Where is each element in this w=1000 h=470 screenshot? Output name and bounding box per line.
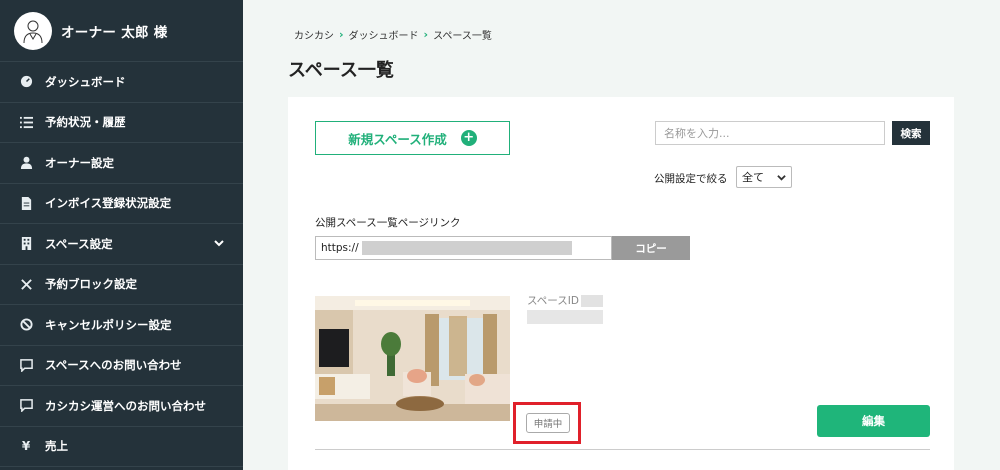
space-thumbnail[interactable] [315,296,510,421]
breadcrumb-item: スペース一覧 [433,31,492,42]
status-badge: 申請中 [526,413,570,433]
sidebar-item-label: スペースへのお問い合わせ [45,358,182,373]
sidebar-item-cancel-policy[interactable]: キャンセルポリシー設定 [0,305,243,346]
user-icon [19,156,33,170]
ban-icon [19,318,33,332]
sidebar-item-label: カシカシ運営へのお問い合わせ [45,398,206,413]
sidebar-item-label: オーナー設定 [45,155,114,170]
plus-circle-icon: + [460,130,477,146]
breadcrumb-item[interactable]: カシカシ [294,27,334,42]
close-icon [19,277,33,291]
chat-icon [19,399,33,413]
main-content: カシカシ › ダッシュボード › スペース一覧 スペース一覧 新規スペース作成 … [243,0,1000,470]
sidebar-item-reservations[interactable]: 予約状況・履歴 [0,103,243,143]
sidebar-item-sales[interactable]: ¥ 売上 [0,427,243,467]
sidebar-item-label: スペース設定 [45,236,113,251]
sidebar-item-label: ダッシュボード [45,74,126,89]
dashboard-gauge-icon [19,75,33,89]
redacted-id [580,294,603,307]
chevron-down-icon[interactable] [213,237,225,249]
sidebar-item-label: 売上 [45,439,68,454]
chevron-right-icon: › [423,28,429,41]
sidebar-item-owner-settings[interactable]: オーナー設定 [0,143,243,184]
search-button[interactable]: 検索 [892,121,930,145]
avatar [14,11,52,50]
document-icon [19,196,33,210]
sidebar-item-label: 予約状況・履歴 [45,115,126,130]
breadcrumb: カシカシ › ダッシュボード › スペース一覧 [294,27,492,42]
chat-icon [19,358,33,372]
chevron-right-icon: › [339,28,344,41]
sidebar-item-label: キャンセルポリシー設定 [45,317,172,332]
divider [315,449,930,450]
copy-button[interactable]: コピー [612,236,690,260]
filter-value: 全て [742,171,764,184]
new-space-button-label: 新規スペース作成 [348,131,447,147]
redacted-space-name [527,310,603,324]
sidebar-item-dashboard[interactable]: ダッシュボード [0,62,243,103]
building-icon [19,237,33,251]
space-id-text: スペースID [527,295,579,307]
filter-label: 公開設定で絞る [654,173,728,185]
sidebar-item-space-inquiries[interactable]: スペースへのお問い合わせ [0,346,243,386]
sidebar-item-operator-inquiries[interactable]: カシカシ運営へのお問い合わせ [0,386,243,427]
sidebar-item-label: 予約ブロック設定 [45,277,137,292]
search-input[interactable] [655,121,885,145]
sidebar-item-reservation-block[interactable]: 予約ブロック設定 [0,265,243,305]
space-list-card: 新規スペース作成 + 検索 公開設定で絞る 全て 公開スペース一覧ページリンク … [288,97,954,470]
visibility-filter-select[interactable]: 全て [736,166,792,188]
edit-button[interactable]: 編集 [817,405,930,437]
user-profile[interactable]: オーナー 太郎 様 [0,0,243,62]
sidebar: オーナー 太郎 様 ダッシュボード 予約状況・履歴 オーナー設定 インボイス登録… [0,0,243,470]
public-link-label: 公開スペース一覧ページリンク [315,217,461,229]
redacted-url [361,241,572,255]
public-link-prefix: https:// [321,242,359,254]
sidebar-item-invoice[interactable]: インボイス登録状況設定 [0,184,243,224]
breadcrumb-item[interactable]: ダッシュボード [349,27,419,42]
yen-icon: ¥ [21,439,31,454]
user-name: オーナー 太郎 様 [61,24,168,41]
page-title: スペース一覧 [288,60,394,81]
sidebar-item-space-settings[interactable]: スペース設定 [0,224,243,265]
chevron-down-icon [777,174,786,181]
sidebar-item-label: インボイス登録状況設定 [45,196,172,211]
new-space-button[interactable]: 新規スペース作成 + [315,121,510,155]
list-icon [19,115,33,129]
space-id-label: スペースID [527,293,603,308]
public-link-field[interactable]: https:// [315,236,612,260]
user-avatar-icon [23,20,43,43]
